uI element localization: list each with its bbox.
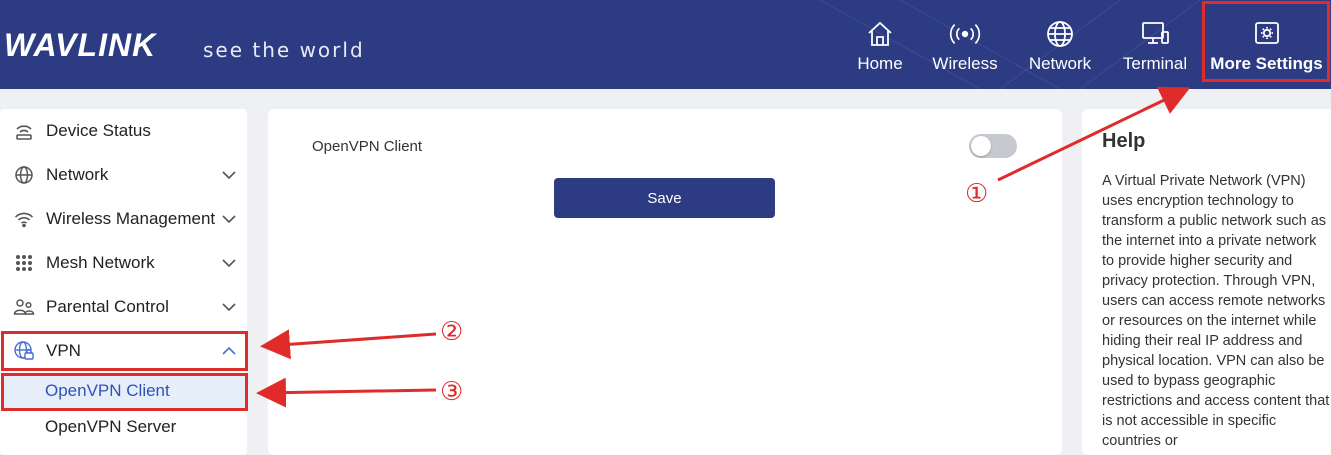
sidebar-item-parental-control[interactable]: Parental Control [0,285,247,329]
annotation-step-2: ② [440,317,464,347]
annotation-step-3: ③ [440,377,464,407]
sidebar-subitem-label: OpenVPN Client [45,381,170,400]
nav-home[interactable]: Home [854,0,906,89]
nav-network[interactable]: Network [1024,0,1096,89]
sidebar-item-label: Network [46,165,109,184]
parental-control-icon [13,296,35,318]
vpn-icon [13,340,35,362]
openvpn-client-toggle[interactable] [969,134,1017,158]
nav-terminal-label: Terminal [1122,54,1188,73]
save-button[interactable]: Save [554,178,775,218]
chevron-down-icon [222,171,236,180]
main-content-panel: OpenVPN Client Save [268,109,1062,455]
settings-icon [1251,18,1283,50]
nav-wireless[interactable]: Wireless [929,0,1001,89]
chevron-down-icon [222,215,236,224]
wavlink-logo: WAVLINK [4,27,157,63]
sidebar-subitem-openvpn-client[interactable]: OpenVPN Client [3,374,246,408]
sidebar-item-mesh-network[interactable]: Mesh Network [0,241,247,285]
device-status-icon [13,120,35,142]
wifi-icon [13,208,35,230]
terminal-icon [1139,18,1171,50]
wireless-icon [949,18,981,50]
mesh-grid-icon [13,252,35,274]
sidebar-subitem-label: OpenVPN Server [45,417,177,436]
sidebar-item-label: Device Status [46,121,151,140]
sidebar-item-label: VPN [46,341,81,360]
globe-icon [1044,18,1076,50]
sidebar-item-device-status[interactable]: Device Status [0,109,247,153]
chevron-down-icon [222,259,236,268]
nav-home-label: Home [857,54,903,73]
home-icon [864,18,896,50]
nav-more-settings[interactable]: More Settings [1204,0,1329,89]
sidebar-item-label: Wireless Management [46,209,216,228]
sidebar-item-label: Mesh Network [46,253,155,272]
sidebar-item-label: Parental Control [46,297,169,316]
sidebar-item-wireless-management[interactable]: Wireless Management [0,197,247,241]
help-panel: Help A Virtual Private Network (VPN) use… [1082,109,1331,455]
logo-slogan: see the world [203,38,365,62]
nav-wireless-label: Wireless [932,54,998,73]
nav-more-settings-label: More Settings [1210,54,1323,73]
annotation-step-1: ① [965,179,989,209]
nav-network-label: Network [1028,54,1092,73]
globe-icon [13,164,35,186]
chevron-down-icon [222,303,236,312]
sidebar-item-vpn[interactable]: VPN [0,329,247,373]
help-title: Help [1102,130,1146,152]
openvpn-client-label: OpenVPN Client [312,138,423,155]
sidebar-subitem-openvpn-server[interactable]: OpenVPN Server [3,410,246,444]
top-navigation-bar: WAVLINK see the world Home Wireless Netw… [0,0,1331,89]
nav-terminal[interactable]: Terminal [1119,0,1191,89]
sidebar-item-network[interactable]: Network [0,153,247,197]
toggle-knob [971,136,991,156]
chevron-up-icon [222,346,236,355]
sidebar-menu: Device Status Network Wireless Managemen… [0,109,247,455]
help-text: A Virtual Private Network (VPN) uses enc… [1102,173,1330,449]
